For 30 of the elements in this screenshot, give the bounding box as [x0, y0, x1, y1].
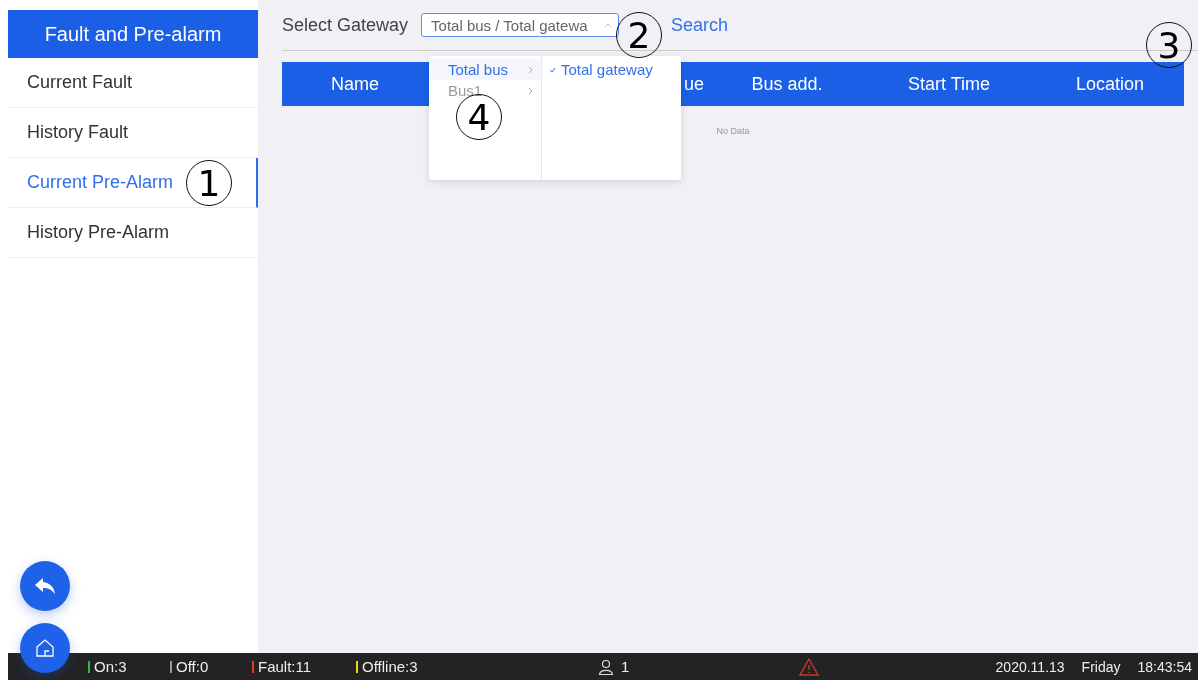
time-text: 18:43:54: [1137, 658, 1192, 675]
column-header: Location: [1074, 73, 1146, 95]
weekday-text: Friday: [1081, 658, 1121, 675]
caret-icon: [604, 22, 613, 28]
column-header: Bus add.: [750, 73, 824, 95]
cascader-option[interactable]: Total bus: [429, 59, 541, 80]
cascader-option[interactable]: Total gateway: [542, 59, 681, 80]
status-count: Fault:11: [258, 658, 312, 675]
reply-arrow-icon: [34, 577, 56, 595]
back-button[interactable]: [20, 561, 70, 611]
home-button[interactable]: [20, 623, 70, 673]
chevron-right-icon: [528, 65, 533, 74]
status-count: On:3: [94, 658, 127, 675]
warning-icon[interactable]: [799, 657, 820, 676]
gateway-select[interactable]: Total bus / Total gatewa: [421, 13, 620, 37]
date-text: 2020.11.13: [995, 658, 1065, 675]
select-gateway-label: Select Gateway: [282, 14, 409, 36]
check-icon: [549, 66, 556, 73]
user-icon: [598, 658, 614, 675]
sidebar-title: Fault and Pre-alarm: [8, 10, 258, 58]
status-count: Offline:3: [362, 658, 418, 675]
no-data-text: No Data: [715, 126, 751, 136]
column-header: Name: [330, 73, 380, 95]
user-count: 1: [621, 658, 630, 675]
column-header: ue: [684, 73, 706, 95]
status-count: Off:0: [176, 658, 209, 675]
chevron-right-icon: [528, 86, 533, 95]
search-link[interactable]: Search: [671, 14, 729, 36]
home-icon: [35, 638, 55, 658]
column-header: Start Time: [907, 73, 991, 95]
